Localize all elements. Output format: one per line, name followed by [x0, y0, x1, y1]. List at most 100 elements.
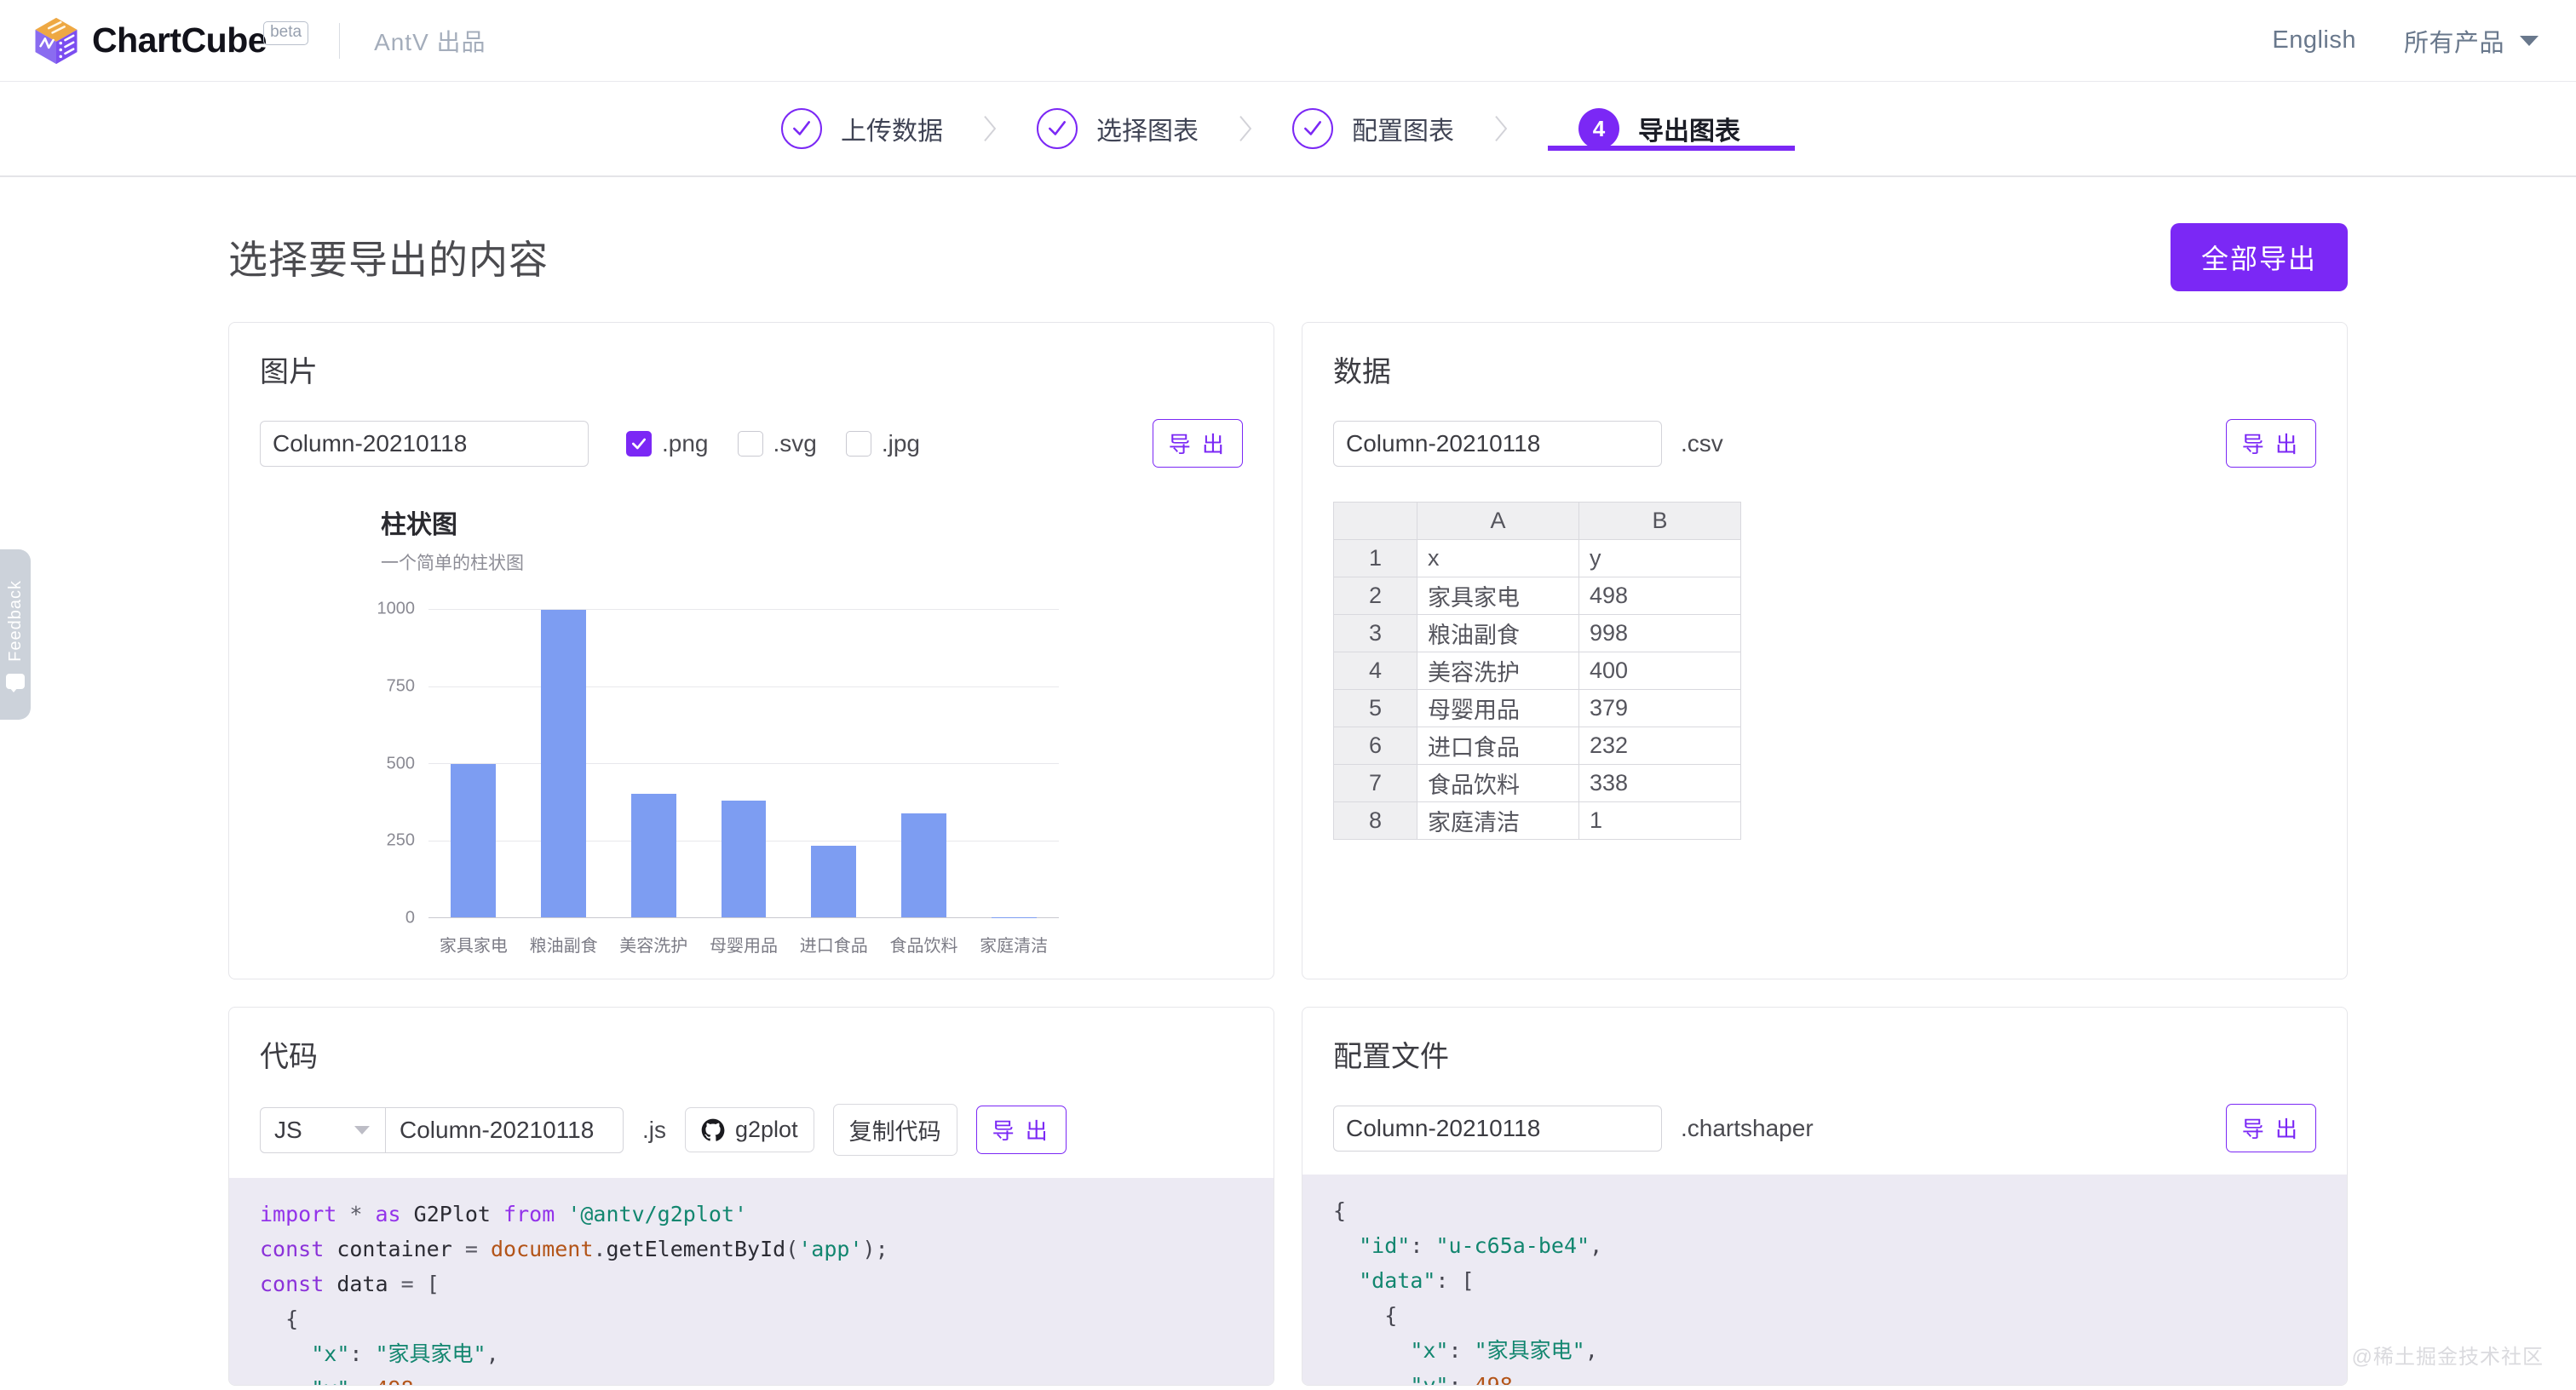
- table-row: 5母婴用品379: [1334, 690, 1741, 727]
- g2plot-github-button[interactable]: g2plot: [685, 1107, 814, 1152]
- active-step-underline: [1548, 146, 1795, 151]
- cell-column-b[interactable]: 498: [1579, 577, 1741, 615]
- export-all-button[interactable]: 全部导出: [2171, 223, 2348, 291]
- cell-column-b[interactable]: 998: [1579, 615, 1741, 652]
- cell-column-a[interactable]: 粮油副食: [1417, 615, 1579, 652]
- chart-bar[interactable]: [631, 794, 676, 917]
- data-filename-input[interactable]: [1333, 421, 1662, 467]
- table-row: 6进口食品232: [1334, 727, 1741, 765]
- brand-logo-group[interactable]: ChartCube beta: [0, 16, 308, 66]
- code-export-button[interactable]: 导 出: [976, 1106, 1067, 1154]
- code-language-value: JS: [261, 1117, 354, 1144]
- code-language-select[interactable]: JS Column-20210118: [260, 1107, 624, 1153]
- data-export-card: 数据 .csv 导 出 A B 1xy2家具家电4983粮油副食9984美容洗护…: [1302, 322, 2348, 979]
- cell-column-a[interactable]: x: [1417, 540, 1579, 577]
- chart-bar[interactable]: [541, 610, 586, 917]
- page-body: 选择要导出的内容 全部导出 图片 .png .svg: [0, 177, 2576, 1386]
- checkbox-png[interactable]: [626, 431, 652, 457]
- step-done-icon-2: [1037, 108, 1078, 149]
- config-card-title: 配置文件: [1333, 1033, 2316, 1075]
- all-products-dropdown[interactable]: 所有产品: [2404, 23, 2539, 59]
- data-preview-table: A B 1xy2家具家电4983粮油副食9984美容洗护4005母婴用品3796…: [1333, 502, 1741, 840]
- chart-y-tick-label: 750: [387, 676, 415, 696]
- chart-preview: 柱状图 一个简单的柱状图 10007505002500 家具家电粮油副食美容洗护…: [260, 503, 1243, 956]
- code-preview-block: import * as G2Plot from '@antv/g2plot' c…: [229, 1178, 1274, 1386]
- code-filename-value[interactable]: Column-20210118: [386, 1117, 623, 1144]
- checkbox-jpg[interactable]: [846, 431, 871, 457]
- table-col-header-b: B: [1579, 503, 1741, 540]
- table-row: 4美容洗护400: [1334, 652, 1741, 690]
- header-actions: English 所有产品: [2272, 23, 2576, 59]
- chart-x-tick-label: 母婴用品: [699, 932, 789, 956]
- step-select-chart[interactable]: 选择图表: [1037, 108, 1199, 149]
- image-export-button[interactable]: 导 出: [1153, 419, 1243, 468]
- chart-bar-slot: [789, 609, 879, 917]
- step-label-3: 配置图表: [1352, 110, 1454, 147]
- cell-column-a[interactable]: 母婴用品: [1417, 690, 1579, 727]
- row-number-cell: 3: [1334, 615, 1417, 652]
- chart-bar[interactable]: [722, 801, 767, 917]
- step-export-chart[interactable]: 4 导出图表: [1548, 108, 1795, 149]
- cell-column-a[interactable]: 食品饮料: [1417, 765, 1579, 802]
- data-export-button[interactable]: 导 出: [2226, 419, 2316, 468]
- chart-bar[interactable]: [811, 846, 856, 917]
- cell-column-b[interactable]: 400: [1579, 652, 1741, 690]
- image-card-controls: .png .svg .jpg 导 出: [260, 419, 1243, 468]
- page-title: 选择要导出的内容: [228, 229, 549, 285]
- feedback-tab[interactable]: Feedback: [0, 549, 31, 720]
- format-png-option[interactable]: .png: [626, 430, 709, 457]
- chart-x-tick-label: 粮油副食: [519, 932, 609, 956]
- data-extension-label: .csv: [1681, 430, 1723, 457]
- format-jpg-option[interactable]: .jpg: [846, 430, 920, 457]
- step-upload-data[interactable]: 上传数据: [781, 108, 943, 149]
- chart-y-tick-label: 0: [405, 909, 415, 928]
- table-row: 3粮油副食998: [1334, 615, 1741, 652]
- copy-code-button[interactable]: 复制代码: [833, 1104, 957, 1156]
- chart-bar[interactable]: [451, 764, 496, 917]
- chevron-down-icon: [354, 1126, 370, 1134]
- chartcube-logo-icon: [32, 16, 80, 66]
- g2plot-label: g2plot: [735, 1117, 798, 1143]
- step-configure-chart[interactable]: 配置图表: [1292, 108, 1454, 149]
- step-separator-icon-3: [1454, 113, 1548, 144]
- checkbox-svg[interactable]: [738, 431, 763, 457]
- cell-column-b[interactable]: 379: [1579, 690, 1741, 727]
- chart-x-tick-label: 家具家电: [428, 932, 519, 956]
- chart-y-tick-label: 500: [387, 754, 415, 773]
- cell-column-a[interactable]: 家庭清洁: [1417, 802, 1579, 840]
- app-header: ChartCube beta AntV 出品 English 所有产品: [0, 0, 2576, 82]
- language-switch[interactable]: English: [2272, 26, 2356, 55]
- code-export-card: 代码 JS Column-20210118 .js g2plot 复制代码: [228, 1007, 1274, 1386]
- image-filename-input[interactable]: [260, 421, 589, 467]
- cell-column-b[interactable]: y: [1579, 540, 1741, 577]
- config-export-button[interactable]: 导 出: [2226, 1104, 2316, 1152]
- chart-bar-slot: [428, 609, 519, 917]
- cell-column-a[interactable]: 家具家电: [1417, 577, 1579, 615]
- config-extension-label: .chartshaper: [1681, 1115, 1814, 1142]
- chart-bar-slot: [519, 609, 609, 917]
- format-svg-option[interactable]: .svg: [738, 430, 817, 457]
- cell-column-b[interactable]: 1: [1579, 802, 1741, 840]
- format-svg-label: .svg: [773, 430, 817, 457]
- chart-title: 柱状图: [381, 503, 1243, 541]
- cell-column-b[interactable]: 338: [1579, 765, 1741, 802]
- table-row: 8家庭清洁1: [1334, 802, 1741, 840]
- copy-code-label: 复制代码: [849, 1113, 941, 1146]
- chart-canvas: 10007505002500 家具家电粮油副食美容洗护母婴用品进口食品食品饮料家…: [381, 599, 1062, 956]
- cell-column-a[interactable]: 进口食品: [1417, 727, 1579, 765]
- chart-bar-slot: [608, 609, 699, 917]
- step-progress-bar: 上传数据 选择图表 配置图表 4 导出图表: [0, 82, 2576, 177]
- image-format-checkbox-group: .png .svg .jpg: [626, 430, 935, 457]
- chart-bar[interactable]: [901, 813, 946, 917]
- table-body: 1xy2家具家电4983粮油副食9984美容洗护4005母婴用品3796进口食品…: [1334, 540, 1741, 840]
- cell-column-b[interactable]: 232: [1579, 727, 1741, 765]
- data-card-title: 数据: [1333, 348, 2316, 390]
- chart-plot-area: 10007505002500: [428, 609, 1059, 917]
- step-done-icon-1: [781, 108, 822, 149]
- chart-x-tick-label: 美容洗护: [608, 932, 699, 956]
- beta-badge: beta: [263, 21, 308, 45]
- table-corner-cell: [1334, 503, 1417, 540]
- cell-column-a[interactable]: 美容洗护: [1417, 652, 1579, 690]
- step-label-4: 导出图表: [1638, 110, 1740, 147]
- config-filename-input[interactable]: [1333, 1106, 1662, 1152]
